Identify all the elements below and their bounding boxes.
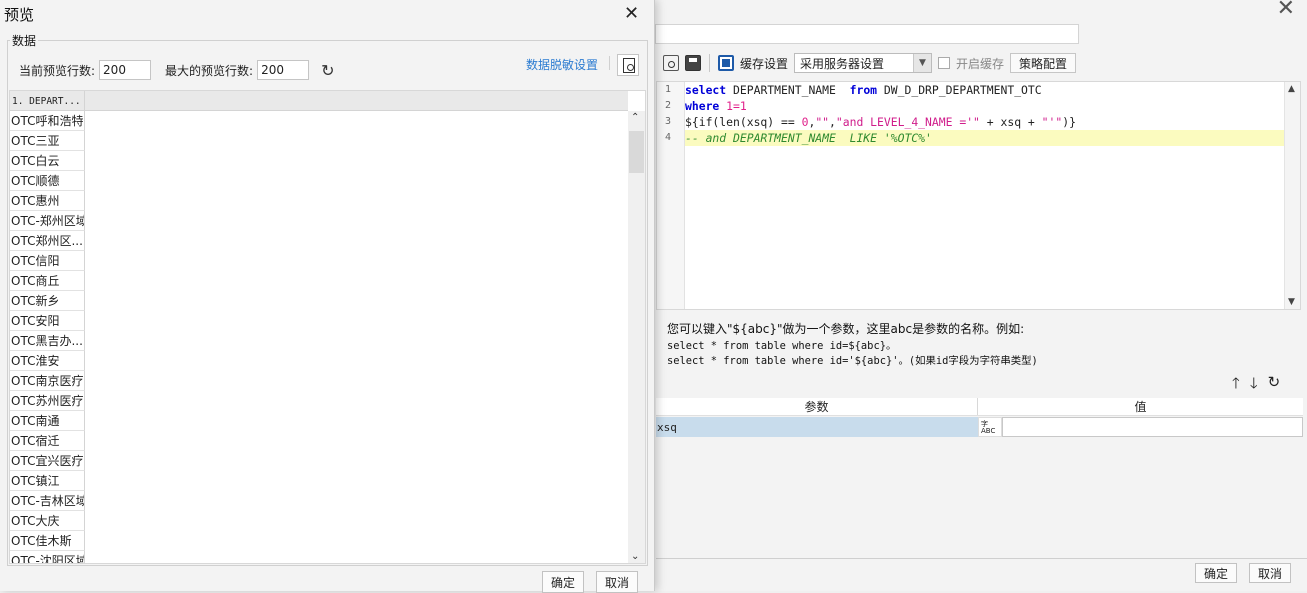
enable-cache-label: 开启缓存 bbox=[956, 56, 1005, 71]
export-preview-icon[interactable] bbox=[617, 54, 639, 76]
parameter-hint: 您可以键入"${abc}"做为一个参数，这里abc是参数的名称。例如: sele… bbox=[667, 320, 1287, 367]
preview-row-settings: 当前预览行数: 200 最大的预览行数: 200 ↻ bbox=[19, 60, 335, 80]
preview-icon[interactable] bbox=[663, 55, 679, 71]
scroll-up-icon[interactable]: ▲ bbox=[1288, 84, 1295, 94]
sql-editor[interactable]: 1 2 3 4 select DEPARTMENT_NAME from DW_D… bbox=[656, 81, 1301, 310]
scroll-down-icon[interactable]: ⌄ bbox=[631, 551, 639, 562]
param-value-input[interactable] bbox=[1002, 417, 1303, 437]
table-row[interactable]: OTC安阳 bbox=[10, 311, 85, 331]
data-desensitize-link[interactable]: 数据脱敏设置 bbox=[526, 56, 598, 73]
table-row[interactable]: OTC淮安 bbox=[10, 351, 85, 371]
editor-scrollbar[interactable]: ▲ ▼ bbox=[1284, 82, 1300, 309]
divider bbox=[656, 558, 1307, 559]
line-number: 1 bbox=[664, 84, 671, 95]
line-number-gutter: 1 2 3 4 bbox=[657, 82, 685, 309]
table-row[interactable]: OTC-沈阳区域 bbox=[10, 551, 85, 563]
hint-line-3: select * from table where id='${abc}'。(如… bbox=[667, 355, 1038, 367]
chevron-down-icon[interactable]: ▼ bbox=[913, 54, 932, 72]
table-row[interactable]: OTC苏州医疗 bbox=[10, 391, 85, 411]
grid-header: 1. DEPART... bbox=[10, 91, 628, 111]
value-column-header: 值 bbox=[1134, 400, 1147, 414]
sql-code[interactable]: select DEPARTMENT_NAME from DW_D_DRP_DEP… bbox=[685, 82, 1284, 146]
param-name-cell[interactable]: xsq bbox=[656, 417, 978, 437]
table-row[interactable]: OTC南通 bbox=[10, 411, 85, 431]
code-line-2: where 1=1 bbox=[685, 99, 747, 113]
grid-rows: OTC呼和浩特 OTC三亚 OTC白云 OTC顺德 OTC惠州 OTC-郑州区域… bbox=[10, 111, 85, 563]
cancel-button[interactable]: 取消 bbox=[1249, 563, 1292, 583]
table-row[interactable]: OTC商丘 bbox=[10, 271, 85, 291]
divider bbox=[609, 56, 610, 70]
preview-dialog: 预览 ✕ 数据 当前预览行数: 200 最大的预览行数: 200 ↻ 数据脱敏设… bbox=[0, 0, 655, 593]
column-header-department[interactable]: 1. DEPART... bbox=[10, 91, 85, 111]
cancel-button[interactable]: 取消 bbox=[596, 571, 639, 593]
line-number: 3 bbox=[664, 116, 671, 127]
table-row[interactable]: OTC宿迁 bbox=[10, 431, 85, 451]
param-type-icon[interactable]: 字 ABC bbox=[978, 417, 1002, 437]
param-toolbar: 🡑 🡓 ↻ bbox=[1232, 373, 1280, 398]
table-row[interactable]: OTC南京医疗 bbox=[10, 371, 85, 391]
code-line-1: select DEPARTMENT_NAME from DW_D_DRP_DEP… bbox=[685, 83, 1042, 97]
toolbar-divider bbox=[709, 54, 710, 72]
table-row[interactable]: OTC镇江 bbox=[10, 471, 85, 491]
move-down-icon[interactable]: 🡓 bbox=[1250, 373, 1258, 398]
table-row[interactable]: OTC惠州 bbox=[10, 191, 85, 211]
current-rows-input[interactable]: 200 bbox=[99, 60, 152, 80]
max-rows-input[interactable]: 200 bbox=[257, 60, 310, 80]
strategy-config-button[interactable]: 策略配置 bbox=[1010, 53, 1077, 73]
code-line-4: -- and DEPARTMENT_NAME LIKE '%OTC%' bbox=[685, 130, 1284, 146]
close-icon[interactable]: ✕ bbox=[624, 3, 639, 24]
sql-toolbar: 缓存设置 采用服务器设置 ▼ 开启缓存 策略配置 bbox=[655, 50, 1305, 76]
param-table-header: 参数 值 bbox=[656, 398, 1303, 416]
scroll-down-icon[interactable]: ▼ bbox=[1288, 297, 1295, 307]
max-rows-label: 最大的预览行数: bbox=[165, 63, 254, 78]
table-row[interactable]: OTC郑州区... bbox=[10, 231, 85, 251]
enable-cache-checkbox[interactable] bbox=[938, 57, 951, 69]
table-row[interactable]: OTC信阳 bbox=[10, 251, 85, 271]
move-up-icon[interactable]: 🡑 bbox=[1232, 373, 1240, 398]
code-line-3: ${if(len(xsq) == 0,"","and LEVEL_4_NAME … bbox=[685, 115, 1076, 129]
table-row[interactable]: OTC-吉林区域 bbox=[10, 491, 85, 511]
scrollbar-thumb[interactable] bbox=[629, 131, 644, 173]
table-row[interactable]: OTC黑吉办... bbox=[10, 331, 85, 351]
table-row[interactable]: OTC白云 bbox=[10, 151, 85, 171]
cache-select-value: 采用服务器设置 bbox=[800, 56, 885, 71]
dialog-title: 预览 bbox=[4, 6, 35, 24]
group-title: 数据 bbox=[10, 32, 39, 49]
refresh-icon[interactable]: ↻ bbox=[321, 61, 334, 80]
current-rows-label: 当前预览行数: bbox=[19, 63, 96, 78]
table-row[interactable]: OTC呼和浩特 bbox=[10, 111, 85, 131]
table-row[interactable]: OTC顺德 bbox=[10, 171, 85, 191]
hint-line-2: select * from table where id=${abc}。 bbox=[667, 340, 897, 352]
table-row[interactable]: OTC-郑州区域 bbox=[10, 211, 85, 231]
ok-button[interactable]: 确定 bbox=[542, 571, 585, 593]
table-row[interactable]: OTC大庆 bbox=[10, 511, 85, 531]
scroll-up-icon[interactable]: ⌃ bbox=[631, 112, 639, 123]
table-row[interactable]: OTC宜兴医疗 bbox=[10, 451, 85, 471]
line-number: 2 bbox=[664, 100, 671, 111]
dataset-name-input[interactable] bbox=[655, 24, 1079, 44]
table-row[interactable]: OTC新乡 bbox=[10, 291, 85, 311]
param-column-header: 参数 bbox=[656, 398, 978, 415]
refresh-icon[interactable]: ↻ bbox=[1268, 373, 1281, 398]
cache-settings-label: 缓存设置 bbox=[740, 56, 789, 71]
close-icon[interactable]: ✕ bbox=[1277, 0, 1295, 21]
cache-icon bbox=[718, 55, 734, 71]
grid-scrollbar[interactable]: ⌃ ⌄ bbox=[628, 111, 645, 563]
table-row[interactable]: OTC三亚 bbox=[10, 131, 85, 151]
param-table: 参数 值 xsq 字 ABC bbox=[656, 398, 1303, 437]
save-icon[interactable] bbox=[685, 55, 701, 71]
line-number: 4 bbox=[664, 132, 671, 143]
table-row[interactable]: OTC佳木斯 bbox=[10, 531, 85, 551]
param-row[interactable]: xsq 字 ABC bbox=[656, 417, 1303, 437]
ok-button[interactable]: 确定 bbox=[1195, 563, 1238, 583]
cache-settings-select[interactable]: 采用服务器设置 ▼ bbox=[794, 53, 933, 73]
hint-line-1: 您可以键入"${abc}"做为一个参数，这里abc是参数的名称。例如: bbox=[667, 322, 1025, 336]
preview-data-grid: 1. DEPART... OTC呼和浩特 OTC三亚 OTC白云 OTC顺德 O… bbox=[9, 90, 646, 564]
